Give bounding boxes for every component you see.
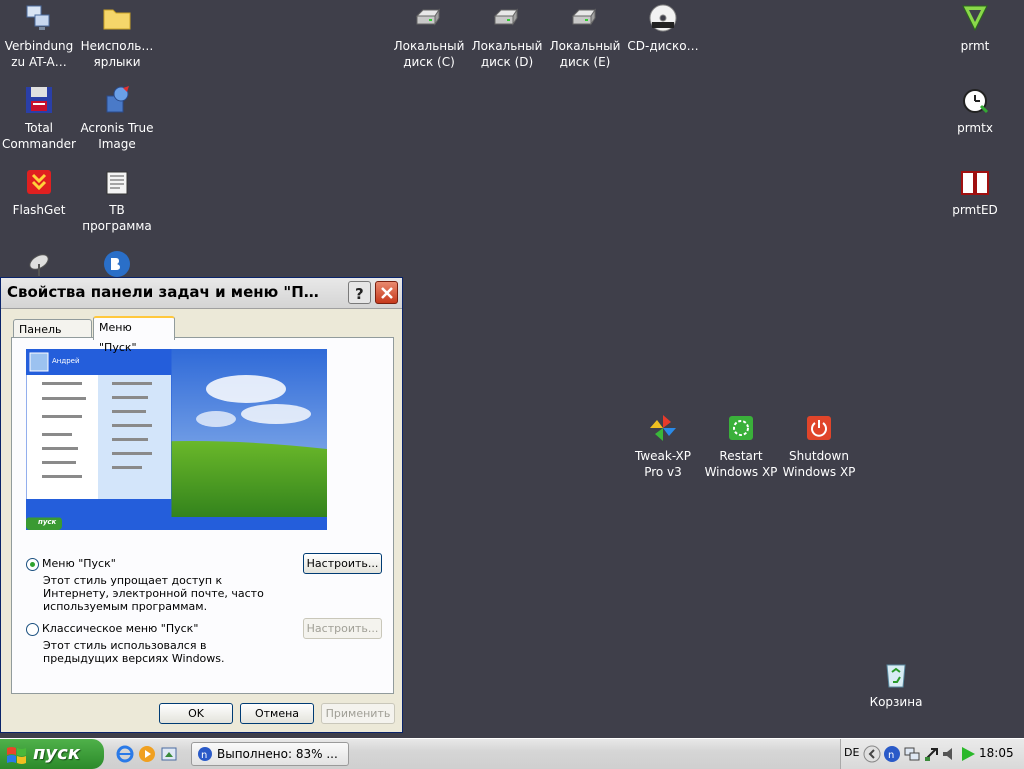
hard-disk-icon [415, 8, 440, 26]
clock[interactable]: 18:05 [979, 746, 1014, 760]
classic-start-menu-description: Этот стиль использовался в предыдущих ве… [43, 639, 225, 665]
language-indicator[interactable]: DE [844, 746, 859, 759]
tray-app-icon[interactable]: n [883, 745, 901, 763]
folder-icon [103, 9, 131, 30]
desktop-icon-total-commander[interactable]: Total Commander [0, 84, 78, 152]
system-tray: DE n 18:05 [840, 739, 1024, 769]
tray-expand-icon[interactable] [863, 745, 881, 763]
start-button-label: пуск [33, 743, 81, 764]
desktop-icon-flashget[interactable]: FlashGet [0, 166, 78, 218]
customize-classic-menu-button[interactable]: Настроить... [303, 618, 382, 639]
desktop-icon-shutdown[interactable]: Shutdown Windows XP [780, 412, 858, 480]
desktop-icon-disk-e[interactable]: Локальный диск (E) [546, 2, 624, 70]
tv-program-icon [106, 171, 128, 195]
dialog-title: Свойства панели задач и меню "П… [7, 283, 319, 301]
desktop-icon-tweak-xp[interactable]: Tweak-XP Pro v3 [624, 412, 702, 480]
desktop-icon-unused-shortcuts[interactable]: Неисполь… ярлыки [78, 2, 156, 70]
preview-image [26, 349, 327, 530]
tray-safely-remove-icon[interactable] [923, 745, 941, 763]
satellite-dish-icon [29, 254, 49, 276]
preview-start-label: пуск [38, 518, 57, 526]
dvd-drive-icon [649, 4, 677, 32]
cancel-button[interactable]: Отмена [240, 703, 314, 724]
taskbar-item-progress[interactable]: n Выполнено: 83% ... [191, 742, 349, 766]
desktop-icon-prmt[interactable]: prmt [936, 2, 1014, 54]
radio-classic-start-menu-label[interactable]: Классическое меню "Пуск" [42, 622, 198, 635]
book-icon [961, 171, 989, 195]
taskbar-item-label: Выполнено: 83% ... [217, 747, 338, 761]
start-menu-preview: Андрей пуск [26, 349, 327, 530]
hard-disk-icon [571, 8, 596, 26]
close-button[interactable] [375, 281, 398, 304]
power-icon [807, 416, 831, 440]
question-icon: ? [355, 285, 364, 301]
desktop-icon-dvd-drive[interactable]: CD-диско… [624, 2, 702, 54]
svg-text:n: n [201, 750, 207, 761]
start-button[interactable]: пуск [0, 739, 104, 769]
taskbar: пуск n Выполнено: 83% ... DE n 18:05 [0, 738, 1024, 769]
recycle-bin-icon [886, 664, 906, 688]
internet-explorer-icon[interactable] [116, 745, 134, 763]
svg-text:?: ? [355, 285, 364, 301]
tray-volume-icon[interactable] [941, 745, 959, 763]
desktop-icon-disk-d[interactable]: Локальный диск (D) [468, 2, 546, 70]
acronis-icon [106, 86, 129, 113]
radio-start-menu[interactable] [26, 558, 39, 571]
show-desktop-icon[interactable] [160, 745, 178, 763]
prmt-icon [962, 5, 988, 32]
bs-app-icon [104, 251, 130, 277]
desktop-icon-recycle-bin[interactable]: Корзина [857, 658, 935, 710]
start-menu-description: Этот стиль упрощает доступ к Интернету, … [43, 574, 264, 613]
dialog-titlebar[interactable]: Свойства панели задач и меню "П… ? [1, 278, 402, 309]
desktop-icon-restart[interactable]: Restart Windows XP [702, 412, 780, 480]
tray-network-icon[interactable] [903, 745, 921, 763]
restart-icon [729, 416, 753, 440]
media-player-icon[interactable] [138, 745, 156, 763]
radio-start-menu-label[interactable]: Меню "Пуск" [42, 557, 116, 570]
desktop-icon-disk-c[interactable]: Локальный диск (C) [390, 2, 468, 70]
preview-user-name: Андрей [52, 357, 80, 365]
radio-classic-start-menu[interactable] [26, 623, 39, 636]
customize-start-menu-button[interactable]: Настроить... [303, 553, 382, 574]
app-round-icon: n [198, 747, 212, 761]
flashget-icon [27, 170, 51, 194]
floppy-icon [26, 87, 52, 113]
ok-button[interactable]: OK [159, 703, 233, 724]
tab-panel: Андрей пуск Меню "Пуск" Этот стиль упрощ… [11, 337, 394, 694]
desktop-icon-prmted[interactable]: prmtED [936, 166, 1014, 218]
network-connection-icon [26, 5, 50, 30]
svg-text:n: n [888, 750, 894, 761]
help-button[interactable]: ? [348, 281, 371, 304]
pinwheel-icon [650, 415, 676, 441]
alarm-clock-icon [963, 89, 989, 114]
desktop-icon-network-connection[interactable]: Verbindung zu AT-A… [0, 2, 78, 70]
taskbar-properties-dialog: Свойства панели задач и меню "П… ? Панел… [0, 277, 403, 733]
tray-play-icon[interactable] [959, 745, 977, 763]
windows-flag-icon [7, 747, 26, 764]
close-icon [381, 287, 393, 299]
desktop-icon-tv-program[interactable]: ТВ программа [78, 166, 156, 234]
hard-disk-icon [493, 8, 518, 26]
tab-start-menu[interactable]: Меню "Пуск" [93, 316, 175, 354]
radio-selected-dot [30, 562, 35, 567]
tab-taskbar[interactable]: Панель задач [13, 319, 92, 356]
desktop-icon-acronis[interactable]: Acronis True Image [78, 84, 156, 152]
desktop-icon-prmtx[interactable]: prmtx [936, 84, 1014, 136]
apply-button[interactable]: Применить [321, 703, 395, 724]
